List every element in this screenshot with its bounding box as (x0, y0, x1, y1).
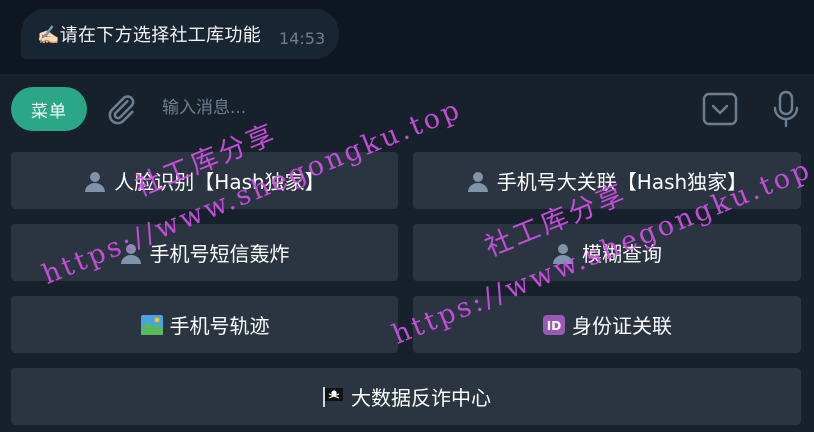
person-icon (467, 171, 488, 192)
pirate-flag-icon (323, 386, 343, 407)
message-input[interactable] (150, 90, 680, 126)
id-card-association-button[interactable]: ID 身份证关联 (413, 296, 801, 353)
bot-keyboard-toggle-icon[interactable] (702, 91, 738, 127)
paperclip-icon[interactable] (104, 92, 138, 126)
menu-button[interactable]: 菜单 (11, 87, 87, 131)
phone-trajectory-button[interactable]: 手机号轨迹 (11, 296, 398, 353)
sms-bomb-button[interactable]: 手机号短信轰炸 (11, 224, 398, 281)
button-label: 模糊查询 (582, 242, 662, 266)
button-label: 手机号轨迹 (169, 314, 270, 338)
id-icon: ID (543, 314, 565, 335)
button-label: 人脸识别【Hash独家】 (114, 170, 325, 194)
person-icon (553, 243, 573, 264)
map-icon (140, 314, 163, 335)
message-time: 14:53 (279, 28, 326, 48)
person-icon (85, 171, 106, 192)
button-label: 身份证关联 (572, 314, 672, 338)
phone-association-button[interactable]: 手机号大关联【Hash独家】 (413, 152, 801, 209)
button-label: 手机号短信轰炸 (149, 242, 290, 266)
face-recognition-button[interactable]: 人脸识别【Hash独家】 (11, 152, 398, 209)
bot-keyboard: 人脸识别【Hash独家】 手机号大关联【Hash独家】 手机号短信轰炸 模糊查询… (0, 144, 814, 432)
button-label: 大数据反诈中心 (351, 386, 491, 410)
composer-bar: 菜单 (0, 74, 814, 144)
microphone-icon[interactable] (770, 90, 802, 128)
fuzzy-search-button[interactable]: 模糊查询 (413, 224, 801, 281)
anti-fraud-center-button[interactable]: 大数据反诈中心 (11, 368, 801, 425)
svg-text:ID: ID (547, 319, 561, 333)
button-label: 手机号大关联【Hash独家】 (496, 170, 748, 194)
message-bubble[interactable]: ✍🏻请在下方选择社工库功能 14:53 (21, 9, 340, 59)
person-icon (120, 243, 141, 264)
chat-area: ✍🏻请在下方选择社工库功能 14:53 (0, 0, 814, 74)
message-text: ✍🏻请在下方选择社工库功能 (37, 25, 262, 46)
